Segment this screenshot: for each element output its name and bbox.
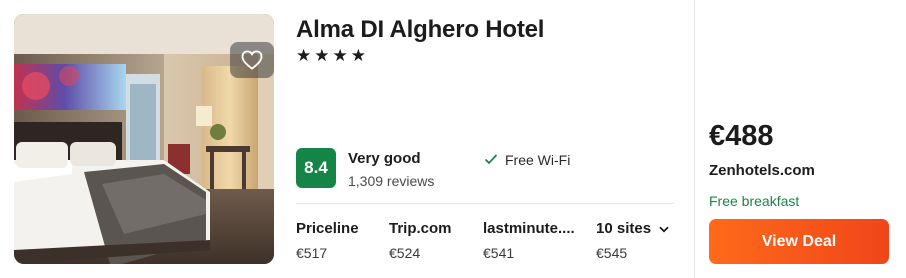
site-price: €517 bbox=[296, 245, 328, 261]
best-price: €488 bbox=[709, 120, 774, 152]
amenity-label: Free Wi-Fi bbox=[505, 152, 571, 168]
hotel-name-title[interactable]: Alma DI Alghero Hotel bbox=[296, 16, 544, 44]
hotel-photo[interactable] bbox=[14, 14, 274, 264]
deal-perk: Free breakfast bbox=[709, 193, 800, 209]
star-rating: ★★★★ bbox=[296, 46, 369, 65]
save-favorite-button[interactable] bbox=[230, 42, 274, 78]
hotel-result-card[interactable]: Alma DI Alghero Hotel ★★★★ 8.4 Very good… bbox=[0, 0, 906, 278]
view-deal-button[interactable]: View Deal bbox=[709, 219, 889, 264]
site-name: Trip.com bbox=[389, 220, 452, 237]
price-site-tripcom[interactable]: Trip.com €524 bbox=[389, 220, 452, 261]
site-price: €524 bbox=[389, 245, 421, 261]
amenity-item: Free Wi-Fi bbox=[484, 152, 570, 168]
heart-outline-icon bbox=[241, 50, 263, 70]
section-divider bbox=[296, 203, 674, 204]
site-name: 10 sites bbox=[596, 220, 652, 237]
review-count[interactable]: 1,309 reviews bbox=[348, 173, 434, 189]
check-icon bbox=[484, 152, 498, 168]
price-site-priceline[interactable]: Priceline €517 bbox=[296, 220, 359, 261]
site-price: €541 bbox=[483, 245, 515, 261]
site-name: Priceline bbox=[296, 220, 359, 237]
column-divider bbox=[694, 0, 695, 278]
site-price: €545 bbox=[596, 245, 628, 261]
rating-score-badge: 8.4 bbox=[296, 148, 336, 188]
price-site-lastminute[interactable]: lastminute.... €541 bbox=[483, 220, 575, 261]
more-sites-dropdown[interactable]: 10 sites €545 bbox=[596, 220, 669, 261]
deal-provider: Zenhotels.com bbox=[709, 162, 815, 179]
chevron-down-icon bbox=[659, 220, 669, 237]
rating-label: Very good bbox=[348, 150, 421, 167]
site-name: lastminute.... bbox=[483, 220, 575, 237]
